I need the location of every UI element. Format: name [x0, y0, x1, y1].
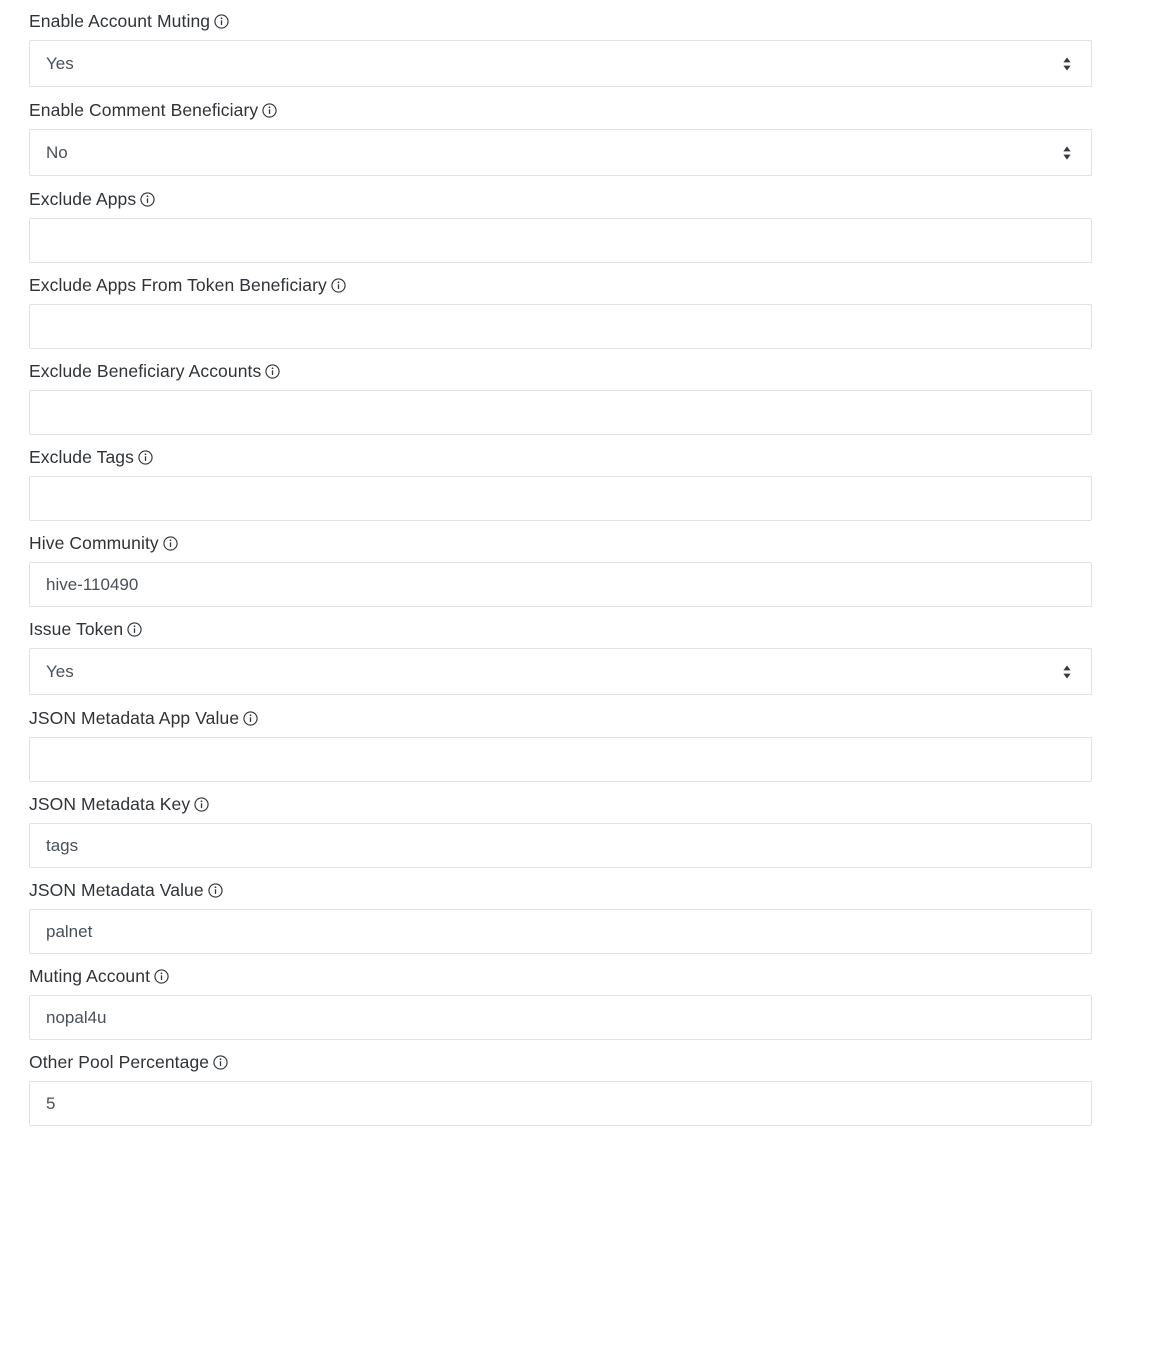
label-enable-account-muting: Enable Account Muting	[29, 8, 1092, 34]
field-json-metadata-value: JSON Metadata Value	[29, 877, 1092, 954]
label-exclude-apps: Exclude Apps	[29, 186, 1092, 212]
label-json-metadata-key: JSON Metadata Key	[29, 791, 1092, 817]
select-enable-comment-beneficiary[interactable]: YesNo	[29, 129, 1092, 176]
input-exclude-apps[interactable]	[29, 218, 1092, 263]
label-text: Exclude Apps From Token Beneficiary	[29, 275, 327, 295]
label-json-metadata-value: JSON Metadata Value	[29, 877, 1092, 903]
input-exclude-apps-from-token-beneficiary[interactable]	[29, 304, 1092, 349]
select-issue-token[interactable]: YesNo	[29, 648, 1092, 695]
input-hive-community[interactable]	[29, 562, 1092, 607]
field-issue-token: Issue Token YesNo	[29, 616, 1092, 695]
label-text: Hive Community	[29, 533, 159, 553]
label-exclude-apps-from-token-beneficiary: Exclude Apps From Token Beneficiary	[29, 272, 1092, 298]
info-circle-icon[interactable]	[213, 1055, 228, 1070]
info-circle-icon[interactable]	[163, 536, 178, 551]
label-muting-account: Muting Account	[29, 963, 1092, 989]
control-wrap-muting-account	[29, 995, 1092, 1040]
control-wrap-exclude-tags	[29, 476, 1092, 521]
field-exclude-tags: Exclude Tags	[29, 444, 1092, 521]
info-circle-icon[interactable]	[262, 103, 277, 118]
label-text: JSON Metadata Key	[29, 794, 191, 814]
info-circle-icon[interactable]	[127, 622, 142, 637]
label-enable-comment-beneficiary: Enable Comment Beneficiary	[29, 97, 1092, 123]
input-json-metadata-app-value[interactable]	[29, 737, 1092, 782]
settings-form: Enable Account MutingYesNoEnable Comment…	[0, 0, 1157, 1126]
field-hive-community: Hive Community	[29, 530, 1092, 607]
label-json-metadata-app-value: JSON Metadata App Value	[29, 705, 1092, 731]
label-exclude-tags: Exclude Tags	[29, 444, 1092, 470]
input-muting-account[interactable]	[29, 995, 1092, 1040]
info-circle-icon[interactable]	[140, 192, 155, 207]
control-wrap-issue-token: YesNo	[29, 648, 1092, 695]
label-text: Exclude Tags	[29, 447, 134, 467]
label-exclude-beneficiary-accounts: Exclude Beneficiary Accounts	[29, 358, 1092, 384]
label-text: Exclude Apps	[29, 189, 137, 209]
label-text: Enable Comment Beneficiary	[29, 100, 259, 120]
info-circle-icon[interactable]	[214, 14, 229, 29]
control-wrap-json-metadata-value	[29, 909, 1092, 954]
field-muting-account: Muting Account	[29, 963, 1092, 1040]
field-json-metadata-key: JSON Metadata Key	[29, 791, 1092, 868]
label-text: Muting Account	[29, 966, 151, 986]
control-wrap-enable-account-muting: YesNo	[29, 40, 1092, 87]
label-hive-community: Hive Community	[29, 530, 1092, 556]
control-wrap-hive-community	[29, 562, 1092, 607]
label-text: JSON Metadata Value	[29, 880, 204, 900]
label-text: JSON Metadata App Value	[29, 708, 240, 728]
field-enable-account-muting: Enable Account Muting YesNo	[29, 8, 1092, 87]
control-wrap-exclude-beneficiary-accounts	[29, 390, 1092, 435]
info-circle-icon[interactable]	[208, 883, 223, 898]
control-wrap-other-pool-percentage	[29, 1081, 1092, 1126]
info-circle-icon[interactable]	[243, 711, 258, 726]
label-text: Enable Account Muting	[29, 11, 211, 31]
label-other-pool-percentage: Other Pool Percentage	[29, 1049, 1092, 1075]
control-wrap-enable-comment-beneficiary: YesNo	[29, 129, 1092, 176]
input-exclude-beneficiary-accounts[interactable]	[29, 390, 1092, 435]
input-json-metadata-key[interactable]	[29, 823, 1092, 868]
field-json-metadata-app-value: JSON Metadata App Value	[29, 705, 1092, 782]
info-circle-icon[interactable]	[265, 364, 281, 379]
label-issue-token: Issue Token	[29, 616, 1092, 642]
field-exclude-apps-from-token-beneficiary: Exclude Apps From Token Beneficiary	[29, 272, 1092, 349]
label-text: Other Pool Percentage	[29, 1052, 210, 1072]
field-enable-comment-beneficiary: Enable Comment Beneficiary YesNo	[29, 97, 1092, 176]
control-wrap-json-metadata-app-value	[29, 737, 1092, 782]
info-circle-icon[interactable]	[154, 969, 169, 984]
info-circle-icon[interactable]	[331, 278, 346, 293]
control-wrap-exclude-apps-from-token-beneficiary	[29, 304, 1092, 349]
info-circle-icon[interactable]	[194, 797, 209, 812]
select-enable-account-muting[interactable]: YesNo	[29, 40, 1092, 87]
field-exclude-apps: Exclude Apps	[29, 186, 1092, 263]
control-wrap-exclude-apps	[29, 218, 1092, 263]
field-exclude-beneficiary-accounts: Exclude Beneficiary Accounts	[29, 358, 1092, 435]
input-json-metadata-value[interactable]	[29, 909, 1092, 954]
input-exclude-tags[interactable]	[29, 476, 1092, 521]
input-other-pool-percentage[interactable]	[29, 1081, 1092, 1126]
control-wrap-json-metadata-key	[29, 823, 1092, 868]
label-text: Exclude Beneficiary Accounts	[29, 361, 262, 381]
info-circle-icon[interactable]	[138, 450, 153, 465]
field-other-pool-percentage: Other Pool Percentage	[29, 1049, 1092, 1126]
label-text: Issue Token	[29, 619, 124, 639]
